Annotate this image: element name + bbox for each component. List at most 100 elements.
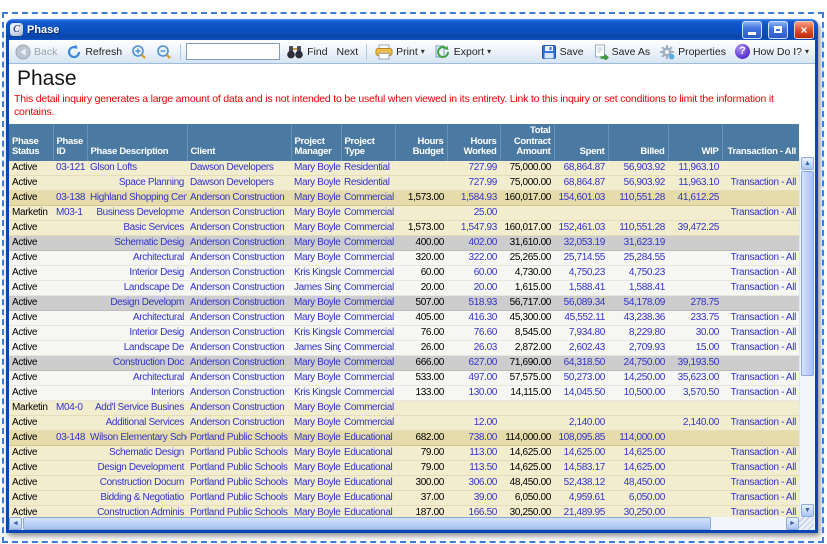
cell-hours_budget: 26.00 [395, 340, 447, 355]
properties-button[interactable]: Properties [656, 43, 729, 61]
transaction-link[interactable]: Transaction - All [722, 205, 799, 220]
cell-hours_budget [395, 161, 447, 176]
cell-contract: 31,610.00 [500, 235, 554, 250]
minimize-button[interactable] [742, 21, 762, 39]
cell-contract: 160,017.00 [500, 190, 554, 205]
cell-hours_budget: 1,573.00 [395, 190, 447, 205]
cell-hours_worked: 402.00 [447, 235, 500, 250]
cell-desc: Interior Desig [87, 265, 187, 280]
transaction-link[interactable]: Transaction - All [722, 325, 799, 340]
transaction-link[interactable]: Transaction - All [722, 370, 799, 385]
back-button[interactable]: Back [12, 43, 60, 61]
cell-hours_budget: 79.00 [395, 460, 447, 475]
cell-hours_budget [395, 175, 447, 190]
find-input[interactable] [186, 43, 280, 60]
transaction-link[interactable]: Transaction - All [722, 460, 799, 475]
cell-hours_worked: 322.00 [447, 250, 500, 265]
transaction-link[interactable]: Transaction - All [722, 265, 799, 280]
cell-wip: 2,140.00 [668, 415, 722, 430]
cell-pm: Kris Kingsle [291, 325, 341, 340]
column-header-type: Project Type [341, 124, 395, 161]
cell-contract: 75,000.00 [500, 161, 554, 176]
cell-spent: 64,318.50 [554, 355, 608, 370]
cell-spent: 68,864.87 [554, 175, 608, 190]
window: C Phase × Back Refresh [6, 19, 818, 533]
horizontal-scroll-thumb[interactable] [23, 517, 711, 530]
table-row: ActiveDesign DevelopmentPortland Public … [9, 460, 799, 475]
transaction-link[interactable]: Transaction - All [722, 175, 799, 190]
transaction-link[interactable]: Transaction - All [722, 310, 799, 325]
cell-billed: 43,238.36 [608, 310, 668, 325]
transaction-link[interactable]: Transaction - All [722, 415, 799, 430]
scroll-right-button[interactable]: ► [786, 517, 799, 530]
horizontal-scrollbar[interactable]: ◄ ► [9, 517, 799, 530]
cell-wip [668, 490, 722, 505]
gear-icon [659, 44, 675, 60]
zoom-out-icon [156, 44, 172, 60]
how-do-i-button[interactable]: ? How Do I? ▾ [732, 43, 812, 61]
cell-type: Commercial [341, 355, 395, 370]
save-as-button[interactable]: Save As [590, 43, 654, 61]
maximize-button[interactable] [768, 21, 788, 39]
transaction-link[interactable]: Transaction - All [722, 490, 799, 505]
refresh-button[interactable]: Refresh [63, 43, 125, 61]
table-row: ActiveArchitecturalAnderson Construction… [9, 370, 799, 385]
transaction-link[interactable]: Transaction - All [722, 445, 799, 460]
cell-transaction [722, 235, 799, 250]
scroll-up-button[interactable]: ▲ [801, 157, 814, 170]
cell-billed: 14,625.00 [608, 460, 668, 475]
cell-desc: Landscape De [87, 340, 187, 355]
table-row: ActiveAdditional ServicesAnderson Constr… [9, 415, 799, 430]
transaction-link[interactable]: Transaction - All [722, 280, 799, 295]
transaction-link[interactable]: Transaction - All [722, 250, 799, 265]
cell-contract: 2,872.00 [500, 340, 554, 355]
cell-id [53, 475, 87, 490]
cell-hours_budget: 1,573.00 [395, 220, 447, 235]
cell-client: Anderson Construction [187, 220, 291, 235]
horizontal-scrollbar-row: ◄ ► [9, 517, 814, 530]
find-button[interactable]: Find [283, 43, 330, 61]
cell-hours_worked: 20.00 [447, 280, 500, 295]
column-header-id: Phase ID [53, 124, 87, 161]
cell-spent: 108,095.85 [554, 430, 608, 445]
close-button[interactable]: × [794, 21, 814, 39]
column-header-spent: Spent [554, 124, 608, 161]
transaction-link[interactable]: Transaction - All [722, 340, 799, 355]
cell-hours_worked: 113.50 [447, 460, 500, 475]
cell-id [53, 235, 87, 250]
cell-desc: Highland Shopping Cent [87, 190, 187, 205]
cell-client: Portland Public Schools [187, 460, 291, 475]
table-row: ActiveConstruction DocAnderson Construct… [9, 355, 799, 370]
app-icon: C [10, 23, 23, 36]
cell-hours_worked: 25.00 [447, 205, 500, 220]
cell-hours_budget: 37.00 [395, 490, 447, 505]
cell-pm: Kris Kingsle [291, 265, 341, 280]
zoom-in-button[interactable] [128, 43, 150, 61]
cell-wip: 278.75 [668, 295, 722, 310]
cell-billed [608, 415, 668, 430]
export-button[interactable]: Export ▾ [431, 43, 494, 61]
cell-billed [608, 205, 668, 220]
zoom-in-icon [131, 44, 147, 60]
next-button[interactable]: Next [334, 43, 362, 61]
cell-type: Commercial [341, 310, 395, 325]
cell-hours_worked: 738.00 [447, 430, 500, 445]
cell-pm: Mary Boyle [291, 250, 341, 265]
cell-client: Portland Public Schools [187, 490, 291, 505]
transaction-link[interactable]: Transaction - All [722, 385, 799, 400]
cell-contract: 57,575.00 [500, 370, 554, 385]
scroll-down-button[interactable]: ▼ [801, 504, 814, 517]
vertical-scroll-thumb[interactable] [801, 171, 814, 376]
column-header-client: Client [187, 124, 291, 161]
zoom-out-button[interactable] [153, 43, 175, 61]
vertical-scrollbar[interactable]: ▲ ▼ [799, 157, 814, 517]
column-header-contract: Total Contract Amount [500, 124, 554, 161]
cell-id [53, 250, 87, 265]
transaction-link[interactable]: Transaction - All [722, 475, 799, 490]
save-button[interactable]: Save [538, 43, 587, 61]
column-header-billed: Billed [608, 124, 668, 161]
cell-contract: 14,625.00 [500, 445, 554, 460]
cell-spent: 56,089.34 [554, 295, 608, 310]
print-button[interactable]: Print ▾ [372, 43, 428, 61]
scroll-left-button[interactable]: ◄ [9, 517, 22, 530]
